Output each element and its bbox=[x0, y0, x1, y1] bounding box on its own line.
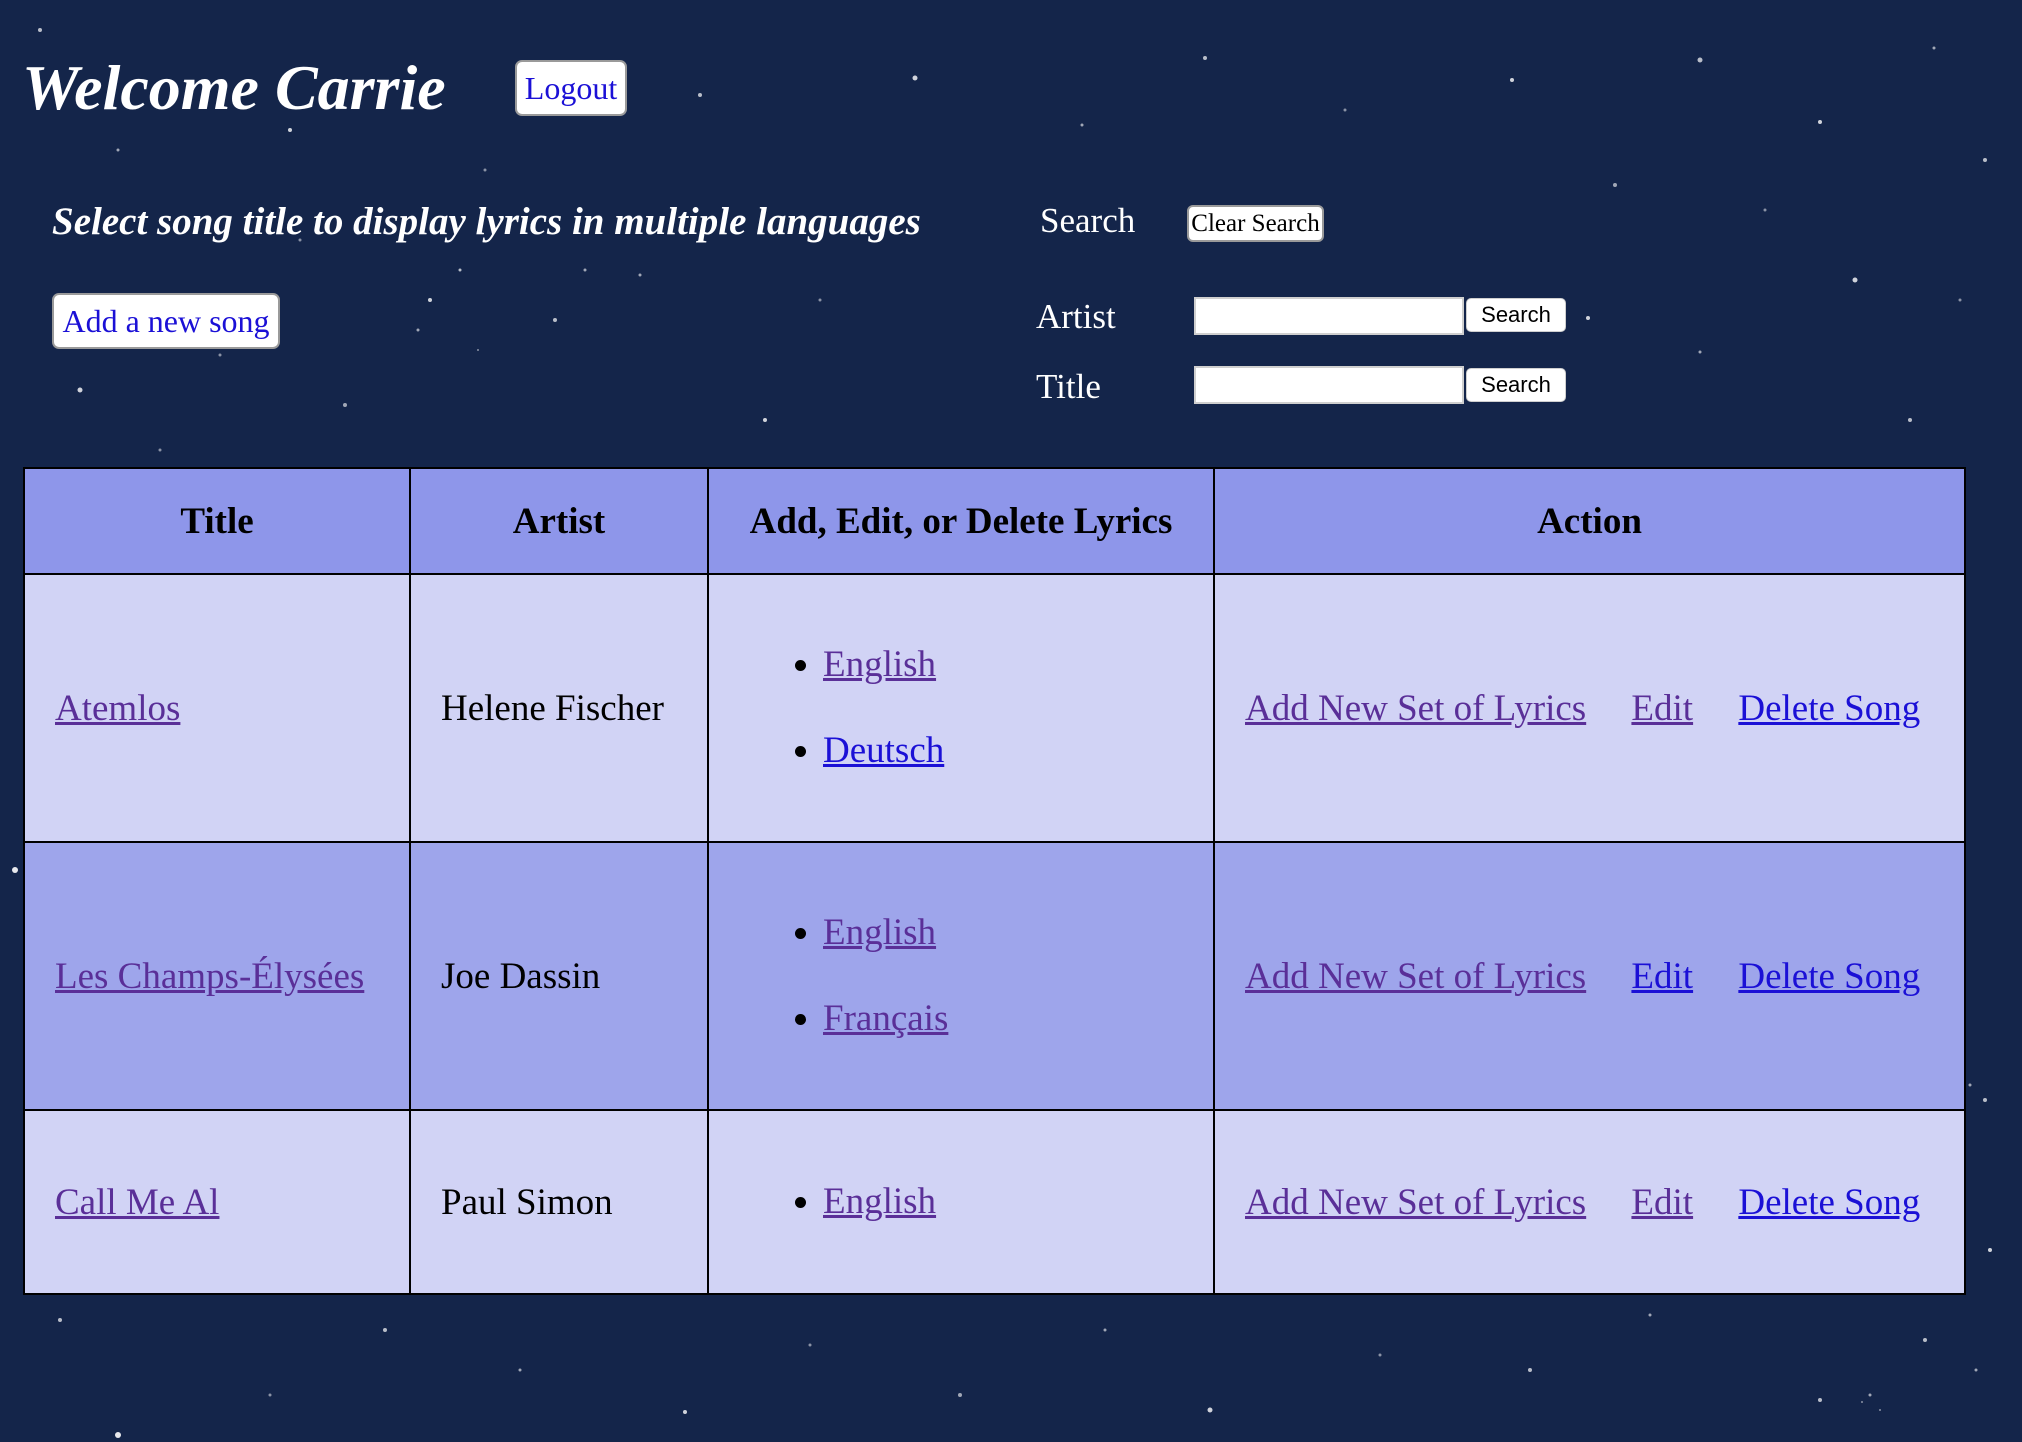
language-item: English bbox=[823, 622, 1183, 708]
add-lyrics-link[interactable]: Add New Set of Lyrics bbox=[1245, 1182, 1586, 1223]
edit-song-link[interactable]: Edit bbox=[1631, 1182, 1693, 1223]
song-title-link[interactable]: Les Champs-Élysées bbox=[55, 956, 364, 997]
delete-song-link[interactable]: Delete Song bbox=[1738, 688, 1920, 729]
add-lyrics-link[interactable]: Add New Set of Lyrics bbox=[1245, 956, 1586, 997]
artist-search-input[interactable] bbox=[1194, 297, 1464, 335]
column-header-action: Action bbox=[1213, 467, 1966, 575]
clear-search-button[interactable]: Clear Search bbox=[1187, 205, 1324, 242]
search-heading: Search bbox=[1040, 201, 1136, 240]
lyrics-cell: English Français bbox=[707, 841, 1215, 1111]
song-title-link[interactable]: Atemlos bbox=[55, 688, 180, 729]
language-list: English bbox=[739, 1159, 1183, 1245]
column-header-artist: Artist bbox=[409, 467, 709, 575]
song-title-link[interactable]: Call Me Al bbox=[55, 1182, 219, 1223]
songs-table: Title Artist Add, Edit, or Delete Lyrics… bbox=[23, 467, 1966, 1295]
artist-cell: Paul Simon bbox=[409, 1109, 709, 1295]
table-row: Les Champs-Élysées Joe Dassin English Fr… bbox=[23, 841, 1966, 1111]
language-item: English bbox=[823, 1159, 1183, 1245]
lyrics-language-link[interactable]: Deutsch bbox=[823, 730, 944, 771]
action-cell: Add New Set of Lyrics Edit Delete Song bbox=[1213, 573, 1966, 843]
language-list: English Français bbox=[739, 890, 1183, 1062]
language-item: Deutsch bbox=[823, 708, 1183, 794]
artist-search-button[interactable]: Search bbox=[1466, 298, 1566, 332]
lyrics-language-link[interactable]: English bbox=[823, 912, 936, 953]
delete-song-link[interactable]: Delete Song bbox=[1738, 956, 1920, 997]
title-search-label: Title bbox=[1036, 367, 1101, 406]
title-cell: Atemlos bbox=[23, 573, 411, 843]
edit-song-link[interactable]: Edit bbox=[1631, 688, 1693, 729]
table-row: Atemlos Helene Fischer English Deutsch A… bbox=[23, 573, 1966, 843]
language-item: English bbox=[823, 890, 1183, 976]
table-header-row: Title Artist Add, Edit, or Delete Lyrics… bbox=[23, 467, 1966, 575]
add-lyrics-link[interactable]: Add New Set of Lyrics bbox=[1245, 688, 1586, 729]
edit-song-link[interactable]: Edit bbox=[1631, 956, 1693, 997]
language-list: English Deutsch bbox=[739, 622, 1183, 794]
title-cell: Call Me Al bbox=[23, 1109, 411, 1295]
artist-cell: Joe Dassin bbox=[409, 841, 709, 1111]
language-item: Français bbox=[823, 976, 1183, 1062]
title-search-button[interactable]: Search bbox=[1466, 368, 1566, 402]
action-cell: Add New Set of Lyrics Edit Delete Song bbox=[1213, 841, 1966, 1111]
title-cell: Les Champs-Élysées bbox=[23, 841, 411, 1111]
lyrics-language-link[interactable]: English bbox=[823, 1181, 936, 1222]
column-header-title: Title bbox=[23, 467, 411, 575]
table-row: Call Me Al Paul Simon English Add New Se… bbox=[23, 1109, 1966, 1295]
action-cell: Add New Set of Lyrics Edit Delete Song bbox=[1213, 1109, 1966, 1295]
lyrics-language-link[interactable]: English bbox=[823, 644, 936, 685]
add-song-button[interactable]: Add a new song bbox=[52, 293, 280, 349]
title-search-input[interactable] bbox=[1194, 366, 1464, 404]
welcome-heading: Welcome Carrie bbox=[22, 52, 446, 123]
page-subtitle: Select song title to display lyrics in m… bbox=[52, 200, 921, 243]
lyrics-cell: English Deutsch bbox=[707, 573, 1215, 843]
column-header-lyrics: Add, Edit, or Delete Lyrics bbox=[707, 467, 1215, 575]
lyrics-language-link[interactable]: Français bbox=[823, 998, 948, 1039]
delete-song-link[interactable]: Delete Song bbox=[1738, 1182, 1920, 1223]
artist-search-label: Artist bbox=[1036, 297, 1116, 336]
lyrics-cell: English bbox=[707, 1109, 1215, 1295]
artist-cell: Helene Fischer bbox=[409, 573, 709, 843]
logout-button[interactable]: Logout bbox=[515, 60, 627, 116]
